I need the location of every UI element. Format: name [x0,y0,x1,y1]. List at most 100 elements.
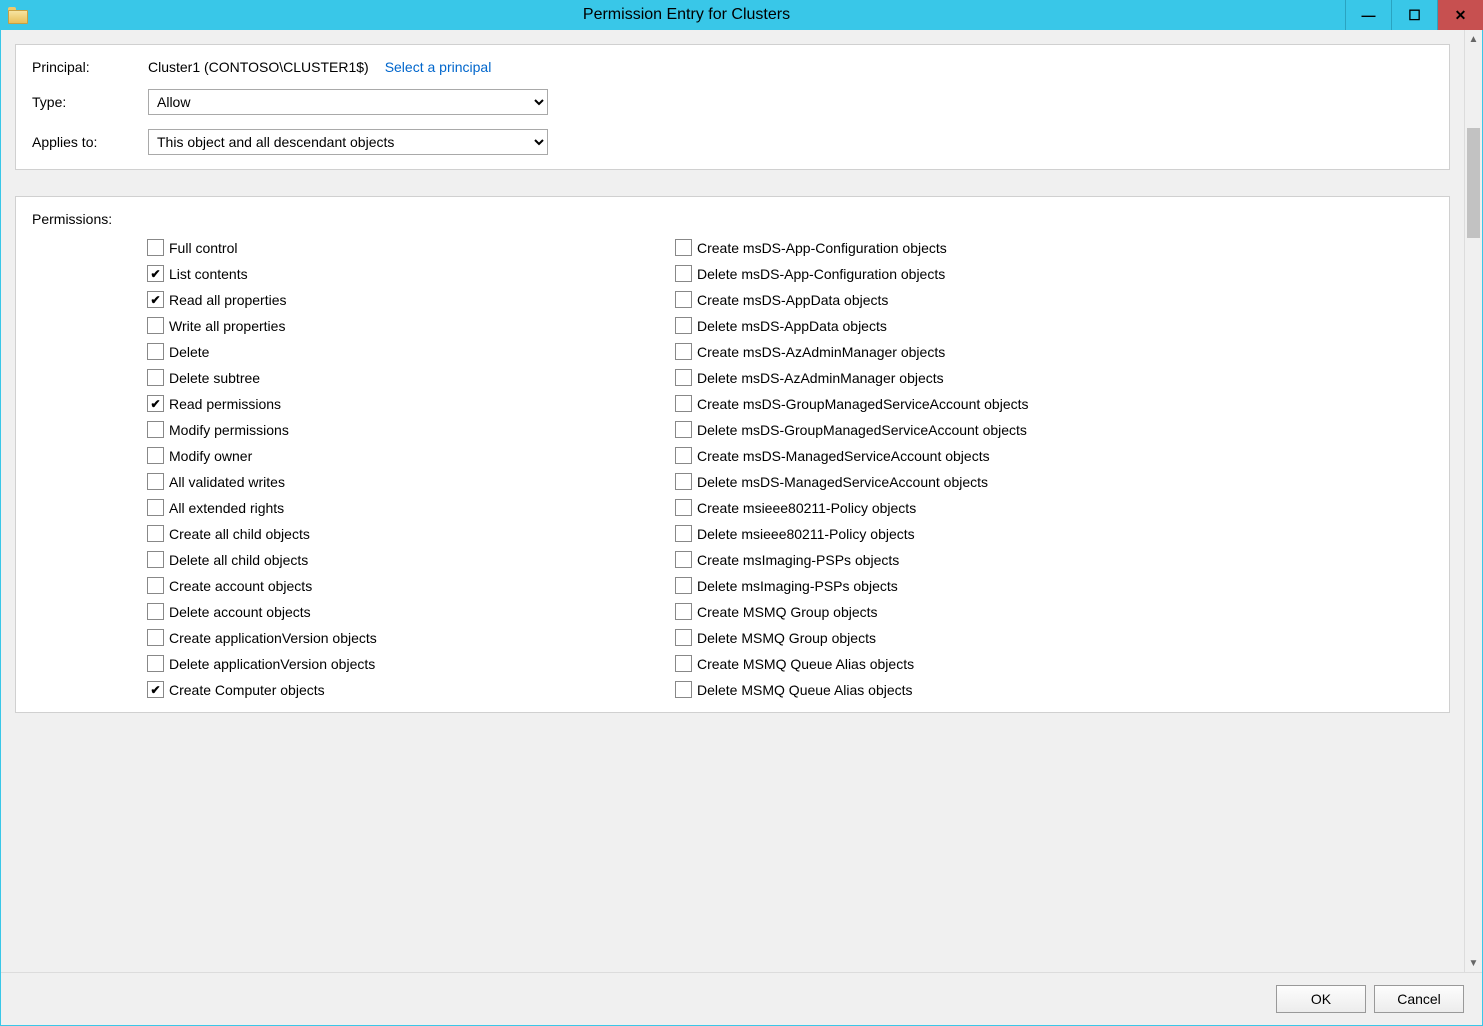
permission-label: Create msDS-GroupManagedServiceAccount o… [697,396,1029,412]
permission-item: Delete account objects [147,603,675,620]
permission-label: Delete msieee80211-Policy objects [697,526,915,542]
scroll-up-icon[interactable]: ▲ [1465,30,1482,48]
permission-item: Delete msDS-ManagedServiceAccount object… [675,473,1203,490]
permission-checkbox[interactable] [675,395,692,412]
scroll-thumb[interactable] [1467,128,1480,238]
permission-checkbox[interactable] [675,369,692,386]
permission-checkbox[interactable] [147,577,164,594]
permission-label: Read permissions [169,396,281,412]
permission-item: Delete applicationVersion objects [147,655,675,672]
dialog-button-row: OK Cancel [1,972,1482,1025]
permission-checkbox[interactable] [675,343,692,360]
permission-item: Create MSMQ Queue Alias objects [675,655,1203,672]
permission-label: Delete msDS-App-Configuration objects [697,266,945,282]
permission-item: Create all child objects [147,525,675,542]
type-label: Type: [32,94,148,110]
permission-checkbox[interactable] [675,681,692,698]
permission-checkbox[interactable] [675,551,692,568]
permission-label: Create msieee80211-Policy objects [697,500,916,516]
principal-row: Principal: Cluster1 (CONTOSO\CLUSTER1$) … [32,59,1433,75]
permission-checkbox[interactable] [675,655,692,672]
permission-item: Delete MSMQ Group objects [675,629,1203,646]
permission-checkbox[interactable] [147,239,164,256]
principal-value: Cluster1 (CONTOSO\CLUSTER1$) [148,59,369,75]
permission-label: Create msDS-ManagedServiceAccount object… [697,448,990,464]
permission-item: Delete subtree [147,369,675,386]
permission-checkbox[interactable] [675,629,692,646]
permission-label: Create applicationVersion objects [169,630,377,646]
permission-label: Create account objects [169,578,312,594]
permission-item: All validated writes [147,473,675,490]
permission-item: Delete msDS-GroupManagedServiceAccount o… [675,421,1203,438]
permission-item: Create msDS-ManagedServiceAccount object… [675,447,1203,464]
permission-item: Read permissions [147,395,675,412]
permission-item: Create msDS-AppData objects [675,291,1203,308]
principal-panel: Principal: Cluster1 (CONTOSO\CLUSTER1$) … [15,44,1450,170]
permission-item: Delete msieee80211-Policy objects [675,525,1203,542]
permission-checkbox[interactable] [675,473,692,490]
scroll-down-icon[interactable]: ▼ [1465,954,1482,972]
permission-item: Delete [147,343,675,360]
client-area: Principal: Cluster1 (CONTOSO\CLUSTER1$) … [0,30,1483,1026]
permission-item: Create msImaging-PSPs objects [675,551,1203,568]
permission-checkbox[interactable] [675,291,692,308]
permission-checkbox[interactable] [675,317,692,334]
permission-checkbox[interactable] [675,603,692,620]
scroll-track[interactable] [1465,48,1482,954]
permission-checkbox[interactable] [147,629,164,646]
permission-label: Delete subtree [169,370,260,386]
permission-checkbox[interactable] [147,395,164,412]
permission-label: Read all properties [169,292,287,308]
permission-checkbox[interactable] [675,447,692,464]
permission-checkbox[interactable] [675,239,692,256]
principal-label: Principal: [32,59,148,75]
permission-checkbox[interactable] [147,473,164,490]
applies-select[interactable]: This object and all descendant objects [148,129,548,155]
minimize-button[interactable]: — [1345,0,1391,30]
permission-item: Create msDS-GroupManagedServiceAccount o… [675,395,1203,412]
permission-checkbox[interactable] [147,551,164,568]
permission-item: Delete msDS-AzAdminManager objects [675,369,1203,386]
permission-checkbox[interactable] [147,655,164,672]
permission-label: Create MSMQ Group objects [697,604,878,620]
permission-checkbox[interactable] [147,291,164,308]
permissions-columns: Full controlList contentsRead all proper… [147,239,1433,698]
permission-label: Delete msDS-ManagedServiceAccount object… [697,474,988,490]
type-select[interactable]: AllowDeny [148,89,548,115]
permission-checkbox[interactable] [147,369,164,386]
permission-checkbox[interactable] [147,265,164,282]
permission-checkbox[interactable] [147,525,164,542]
permission-checkbox[interactable] [675,421,692,438]
permission-label: Delete msDS-AzAdminManager objects [697,370,944,386]
permission-checkbox[interactable] [675,499,692,516]
permission-checkbox[interactable] [675,577,692,594]
permission-label: Delete msDS-GroupManagedServiceAccount o… [697,422,1027,438]
permission-item: Create msieee80211-Policy objects [675,499,1203,516]
permission-label: Create msImaging-PSPs objects [697,552,899,568]
permission-label: Modify permissions [169,422,289,438]
vertical-scrollbar[interactable]: ▲ ▼ [1464,30,1482,972]
maximize-button[interactable]: ☐ [1391,0,1437,30]
permission-checkbox[interactable] [675,265,692,282]
permission-label: All validated writes [169,474,285,490]
permission-item: Delete msDS-App-Configuration objects [675,265,1203,282]
permission-item: Write all properties [147,317,675,334]
permission-checkbox[interactable] [147,317,164,334]
permission-item: Create MSMQ Group objects [675,603,1203,620]
permission-checkbox[interactable] [147,421,164,438]
permission-checkbox[interactable] [675,525,692,542]
permission-item: Modify owner [147,447,675,464]
ok-button[interactable]: OK [1276,985,1366,1013]
select-principal-link[interactable]: Select a principal [385,59,492,75]
permission-checkbox[interactable] [147,447,164,464]
permission-checkbox[interactable] [147,603,164,620]
cancel-button[interactable]: Cancel [1374,985,1464,1013]
permission-item: Delete MSMQ Queue Alias objects [675,681,1203,698]
close-button[interactable]: ✕ [1437,0,1483,30]
permission-item: Delete msImaging-PSPs objects [675,577,1203,594]
permission-checkbox[interactable] [147,499,164,516]
permission-checkbox[interactable] [147,343,164,360]
permission-label: All extended rights [169,500,284,516]
permission-label: Delete account objects [169,604,311,620]
permission-checkbox[interactable] [147,681,164,698]
